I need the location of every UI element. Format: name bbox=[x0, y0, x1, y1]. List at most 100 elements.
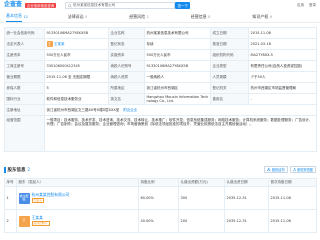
status-value: 存续 bbox=[144, 38, 211, 50]
address-value-cell: 浙江省杭州市西湖区文三路XX号X幢X层XXX室 附近企业 bbox=[44, 104, 317, 116]
taxpayer-id-label: 纳税人识别号 bbox=[108, 60, 145, 72]
tab-ip[interactable]: 知识产权 6 bbox=[252, 11, 314, 22]
section-actions: 股权结构 股权穿透图 bbox=[264, 165, 316, 174]
established-date-label: 成立日期 bbox=[210, 27, 249, 39]
status-label: 登记状态 bbox=[108, 38, 145, 50]
company-logo-icon: 杭州控股 bbox=[18, 192, 30, 204]
legal-rep-value: 王王某某 bbox=[44, 38, 109, 50]
region-value: 浙江省杭州市西湖区 bbox=[144, 82, 211, 94]
approval-date-label: 核准日期 bbox=[210, 38, 249, 50]
shareholder-name-link[interactable]: 杭州某某控股有限公司 bbox=[32, 192, 70, 197]
shareholder-tag: 实际控制人 bbox=[31, 220, 50, 227]
business-term-value: 2015-11-06 至 无固定期限 bbox=[44, 71, 109, 83]
column-header: 股东（发起人） bbox=[16, 178, 139, 187]
staff-size-value: 少于50人 bbox=[248, 71, 317, 83]
column-header: 首次持股日期 bbox=[268, 178, 317, 187]
english-name-value: Hangzhou Mouxin Information Technology C… bbox=[144, 93, 211, 105]
staff-size-label: 人员规模 bbox=[210, 71, 249, 83]
app-link[interactable]: 应用 bbox=[297, 3, 304, 8]
established-date-value: 2015-11-06 bbox=[248, 27, 317, 39]
subscription-date-value: 2035-12-31 bbox=[224, 186, 269, 210]
equity-penetration-label: 股权穿透图 bbox=[297, 167, 313, 172]
tree-icon bbox=[292, 167, 296, 172]
search-icon bbox=[68, 3, 72, 8]
equity-structure-button[interactable]: 股权结构 bbox=[264, 165, 288, 174]
row-index: 2 bbox=[4, 209, 17, 233]
registration-number-value: 330106000412345 bbox=[44, 60, 109, 72]
table-header-row: 序号 股东（发起人） 持股比例 认缴出资额(万元) 认缴出资日期 首次持股日期 bbox=[4, 178, 317, 187]
search-button[interactable]: 查一下 bbox=[175, 2, 191, 9]
tab-basic-info[interactable]: 基本信息 12 bbox=[6, 11, 68, 22]
info-row: 注册资本 500万元人民币 实缴资本 500万元人民币 组织机构代码 MA27Y… bbox=[4, 49, 317, 61]
tab-operations[interactable]: 经营信息 8 bbox=[191, 11, 253, 22]
region-label: 所属地区 bbox=[108, 82, 145, 94]
info-row: 国标行业 软件和信息技术服务业 英文名 Hangzhou Mouxin Info… bbox=[4, 93, 317, 105]
ratio-value: 60.00% bbox=[138, 186, 179, 210]
table-row: 1 杭州控股 杭州某某控股有限公司 大股东 60.00% 300 2035-12… bbox=[4, 186, 317, 210]
shareholder-info: 杭州控股 杭州某某控股有限公司 大股东 bbox=[18, 192, 137, 204]
business-term-label: 营业期限 bbox=[4, 71, 45, 83]
credit-code-label: 统一社会信用代码 bbox=[4, 27, 45, 39]
business-info-table: 统一社会信用代码 91330106MA27Y8XX5B 企业名称 杭州某某信息技… bbox=[4, 27, 317, 152]
registration-number-label: 工商注册号 bbox=[4, 60, 45, 72]
login-link[interactable]: 登录 bbox=[309, 3, 316, 8]
shareholder-name-link[interactable]: 王某某 bbox=[32, 215, 43, 220]
first-holding-date-value: 2015-11-06 bbox=[268, 209, 317, 233]
shareholder-text: 杭州某某控股有限公司 大股东 bbox=[31, 192, 70, 204]
company-type-label: 企业类型 bbox=[210, 60, 249, 72]
subscription-date-value: 2035-12-31 bbox=[224, 209, 269, 233]
legal-rep-avatar: 王 bbox=[46, 41, 53, 47]
row-index: 1 bbox=[4, 186, 17, 210]
former-name-value: - bbox=[248, 93, 317, 105]
tab-label: 经营风险 bbox=[129, 13, 146, 19]
shareholder-tag: 大股东 bbox=[31, 197, 44, 204]
section-count: 2 bbox=[27, 167, 31, 172]
main-tabs: 基本信息 12 法律诉讼 0 经营风险 1 经营信息 8 知识产权 6 bbox=[0, 11, 320, 23]
equity-penetration-button[interactable]: 股权穿透图 bbox=[289, 165, 316, 174]
english-name-label: 英文名 bbox=[108, 93, 145, 105]
tab-count: 6 bbox=[269, 14, 273, 19]
tab-label: 知识产权 bbox=[252, 13, 269, 19]
registered-capital-label: 注册资本 bbox=[4, 49, 45, 61]
column-header: 认缴出资日期 bbox=[224, 178, 269, 187]
site-logo[interactable]: 企查查 bbox=[4, 2, 22, 9]
org-code-label: 组织机构代码 bbox=[210, 49, 249, 61]
table-row: 2 王 王某某 实际控制人 40.00% 200 2035-12-31 2015… bbox=[4, 209, 317, 233]
first-holding-date-value: 2015-11-06 bbox=[268, 186, 317, 210]
company-type-value: 有限责任公司(自然人投资或控股) bbox=[248, 60, 317, 72]
legal-rep-name-link[interactable]: 王某某 bbox=[54, 42, 65, 46]
promo-badge: 企业信用信息查询 bbox=[25, 2, 57, 9]
tab-legal[interactable]: 法律诉讼 0 bbox=[68, 11, 130, 22]
tab-label: 基本信息 bbox=[6, 11, 22, 22]
shareholder-cell: 王 王某某 实际控制人 bbox=[16, 209, 139, 233]
approval-date-value: 2021-03-18 bbox=[248, 38, 317, 50]
shareholder-info: 王 王某某 实际控制人 bbox=[18, 215, 137, 227]
tab-risk[interactable]: 经营风险 1 bbox=[129, 11, 191, 22]
shareholder-text: 王某某 实际控制人 bbox=[31, 215, 50, 227]
scope-row: 经营范围 一般项目：技术服务、技术开发、技术咨询、技术交流、技术转让、技术推广；… bbox=[4, 115, 317, 152]
insured-count-value: 5 bbox=[44, 82, 109, 94]
credit-code-value: 91330106MA27Y8XX5B bbox=[44, 27, 109, 39]
search-box[interactable] bbox=[65, 2, 176, 9]
info-row: 营业期限 2015-11-06 至 无固定期限 纳税人资质 一般纳税人 人员规模… bbox=[4, 71, 317, 83]
shareholder-table: 序号 股东（发起人） 持股比例 认缴出资额(万元) 认缴出资日期 首次持股日期 … bbox=[4, 178, 317, 233]
registered-capital-value: 500万元人民币 bbox=[44, 49, 109, 61]
address-label: 注册地址 bbox=[4, 104, 45, 116]
equity-structure-label: 股权结构 bbox=[271, 167, 285, 172]
company-name-value: 杭州某某信息技术有限公司 bbox=[144, 27, 211, 39]
search-input[interactable] bbox=[73, 2, 173, 9]
info-row: 参保人数 5 所属地区 浙江省杭州市西湖区 登记机关 杭州市西湖区市场监督管理局 bbox=[4, 82, 317, 94]
tab-count: 12 bbox=[23, 14, 28, 19]
industry-value: 软件和信息技术服务业 bbox=[44, 93, 109, 105]
structure-icon bbox=[267, 167, 271, 172]
tab-label: 经营信息 bbox=[190, 13, 207, 19]
tab-count: 1 bbox=[146, 14, 149, 19]
shareholder-section-header: 股东信息 2 股权结构 股权穿透图 bbox=[4, 164, 316, 175]
top-bar: 企查查 企业信用信息查询 查一下 应用 登录 bbox=[0, 0, 320, 11]
address-value: 浙江省杭州市西湖区文三路XX号X幢X层XXX室 bbox=[46, 107, 120, 112]
industry-label: 国标行业 bbox=[4, 93, 45, 105]
info-row: 法定代表人 王王某某 登记状态 存续 核准日期 2021-03-18 bbox=[4, 38, 317, 50]
column-header: 序号 bbox=[4, 178, 17, 187]
nearby-companies-link[interactable]: 附近企业 bbox=[123, 108, 137, 112]
registration-authority-value: 杭州市西湖区市场监督管理局 bbox=[248, 82, 317, 94]
